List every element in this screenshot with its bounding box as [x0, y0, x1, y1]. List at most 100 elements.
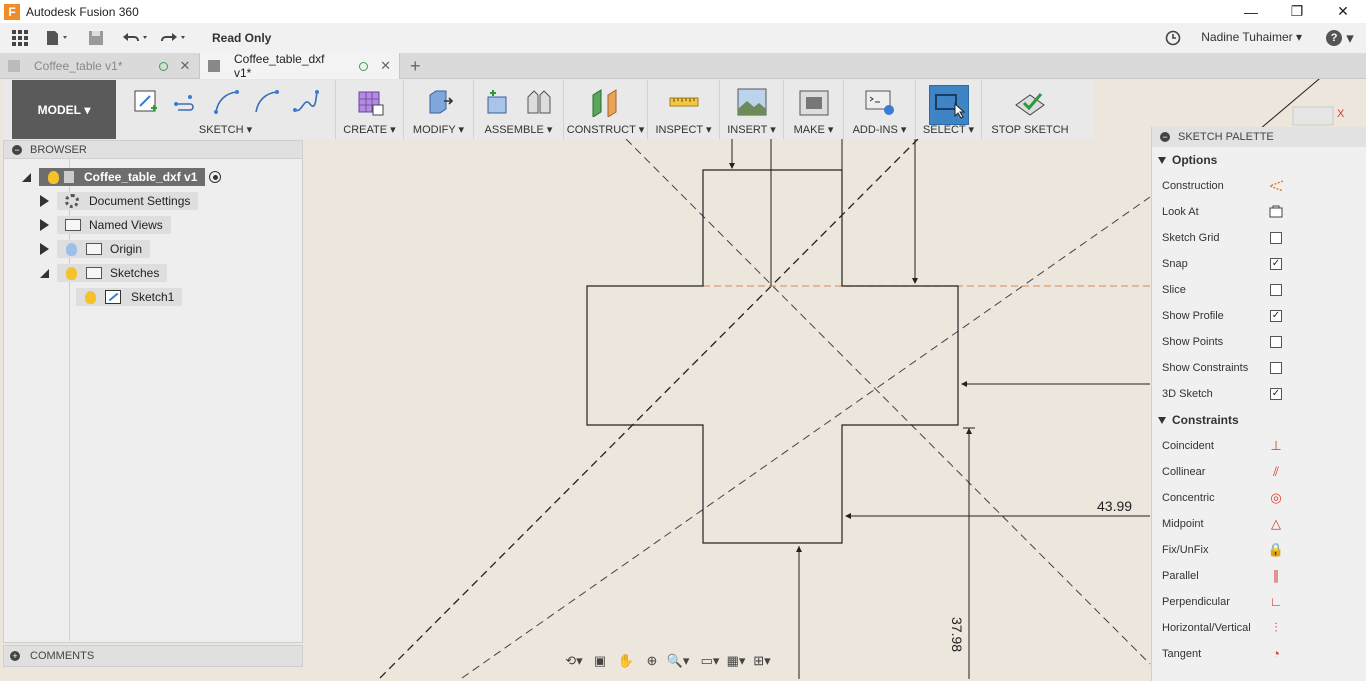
coincident-constraint-icon[interactable]: ⊥ — [1268, 438, 1284, 454]
browser-root-node[interactable]: Coffee_table_dxf v1 — [22, 167, 222, 187]
constraint-midpoint[interactable]: Midpoint △ — [1152, 511, 1366, 537]
checkbox-checked[interactable]: ✓ — [1270, 310, 1282, 322]
browser-item-document-settings[interactable]: Document Settings — [40, 191, 199, 211]
look-at-icon[interactable] — [1268, 204, 1284, 220]
tab-coffee-table[interactable]: Coffee_table v1* ✕ — [0, 53, 200, 79]
options-section-header[interactable]: Options — [1152, 147, 1366, 173]
stop-sketch-icon[interactable] — [1013, 85, 1047, 119]
expand-triangle-icon[interactable] — [40, 219, 49, 231]
dimension-value-vertical[interactable]: 37.98 — [949, 617, 965, 652]
create-group[interactable]: CREATE ▾ — [336, 80, 404, 139]
data-panel-grid-icon[interactable] — [0, 23, 40, 53]
option-show-constraints[interactable]: Show Constraints — [1152, 355, 1366, 381]
modify-press-pull-icon[interactable] — [422, 85, 456, 119]
horizontal-vertical-constraint-icon[interactable]: ⫶ — [1268, 620, 1284, 636]
new-tab-button[interactable]: + — [400, 53, 431, 79]
job-status-clock-icon[interactable] — [1163, 23, 1183, 53]
palette-header[interactable]: − SKETCH PALETTE — [1152, 127, 1366, 147]
expand-triangle-icon[interactable] — [22, 172, 31, 182]
collinear-constraint-icon[interactable]: ⫽ — [1268, 464, 1284, 480]
tab-coffee-table-dxf[interactable]: Coffee_table_dxf v1* ✕ — [200, 52, 400, 80]
constraint-tangent[interactable]: Tangent ◔ — [1152, 641, 1366, 667]
grid-settings-icon[interactable]: ▦▾ — [723, 651, 749, 671]
option-snap[interactable]: Snap ✓ — [1152, 251, 1366, 277]
browser-item-sketches[interactable]: Sketches — [40, 263, 168, 283]
visibility-bulb-icon[interactable] — [85, 290, 96, 304]
scripts-add-ins-icon[interactable] — [863, 85, 897, 119]
look-at-icon[interactable]: ▣ — [587, 651, 613, 671]
option-3d-sketch[interactable]: 3D Sketch ✓ — [1152, 381, 1366, 407]
option-show-profile[interactable]: Show Profile ✓ — [1152, 303, 1366, 329]
create-sketch-icon[interactable] — [129, 85, 163, 119]
three-point-arc-icon[interactable] — [249, 85, 283, 119]
constraint-concentric[interactable]: Concentric ◎ — [1152, 485, 1366, 511]
help-icon[interactable]: ? ▾ — [1324, 23, 1356, 53]
option-look-at[interactable]: Look At — [1152, 199, 1366, 225]
option-show-points[interactable]: Show Points — [1152, 329, 1366, 355]
line-icon[interactable] — [169, 85, 203, 119]
offset-plane-icon[interactable] — [589, 85, 623, 119]
constraint-coincident[interactable]: Coincident ⊥ — [1152, 433, 1366, 459]
select-icon[interactable] — [928, 85, 969, 125]
modify-group[interactable]: MODIFY ▾ — [404, 80, 474, 139]
browser-item-sketch1[interactable]: Sketch1 — [76, 287, 183, 307]
measure-icon[interactable] — [667, 85, 701, 119]
close-tab-icon[interactable]: ✕ — [180, 58, 191, 74]
sketch-group[interactable]: SKETCH ▾ — [116, 80, 336, 139]
checkbox-unchecked[interactable] — [1270, 284, 1282, 296]
expand-triangle-icon[interactable] — [40, 268, 49, 278]
visibility-bulb-icon[interactable] — [66, 242, 77, 256]
collapse-minus-icon[interactable]: − — [1160, 132, 1170, 142]
visibility-bulb-icon[interactable] — [48, 170, 59, 184]
expand-plus-icon[interactable]: + — [10, 651, 20, 661]
stop-sketch-group[interactable]: STOP SKETCH — [982, 80, 1078, 139]
construction-icon[interactable] — [1268, 178, 1284, 194]
joint-icon[interactable] — [522, 85, 556, 119]
save-icon[interactable] — [76, 23, 116, 53]
minimize-button[interactable]: — — [1228, 0, 1274, 23]
midpoint-constraint-icon[interactable]: △ — [1268, 516, 1284, 532]
constraint-parallel[interactable]: Parallel ∥ — [1152, 563, 1366, 589]
checkbox-checked[interactable]: ✓ — [1270, 258, 1282, 270]
browser-item-named-views[interactable]: Named Views — [40, 215, 171, 235]
concentric-constraint-icon[interactable]: ◎ — [1268, 490, 1284, 506]
expand-triangle-icon[interactable] — [40, 243, 49, 255]
option-sketch-grid[interactable]: Sketch Grid — [1152, 225, 1366, 251]
option-construction[interactable]: Construction — [1152, 173, 1366, 199]
redo-icon[interactable] — [154, 23, 192, 53]
file-menu-icon[interactable] — [40, 23, 76, 53]
view-cube-icon[interactable] — [1292, 106, 1334, 126]
make-group[interactable]: MAKE ▾ — [784, 80, 844, 139]
inspect-group[interactable]: INSPECT ▾ — [648, 80, 720, 139]
checkbox-unchecked[interactable] — [1270, 232, 1282, 244]
insert-image-icon[interactable] — [735, 85, 769, 119]
construction-line[interactable] — [461, 196, 1151, 679]
assemble-group[interactable]: ASSEMBLE ▾ — [474, 80, 564, 139]
fix-unfix-constraint-icon[interactable]: 🔒 — [1268, 542, 1284, 558]
undo-icon[interactable] — [116, 23, 154, 53]
option-slice[interactable]: Slice — [1152, 277, 1366, 303]
constraints-section-header[interactable]: Constraints — [1152, 407, 1366, 433]
construction-line[interactable] — [625, 138, 1151, 665]
add-ins-group[interactable]: ADD-INS ▾ — [844, 80, 916, 139]
viewports-icon[interactable]: ⊞▾ — [749, 651, 775, 671]
user-account-menu[interactable]: Nadine Tuhaimer ▾ — [1201, 30, 1302, 44]
activate-radio-icon[interactable] — [209, 171, 222, 183]
construct-group[interactable]: CONSTRUCT ▾ — [564, 80, 648, 139]
create-form-icon[interactable] — [353, 85, 387, 119]
new-component-icon[interactable] — [482, 85, 516, 119]
browser-header[interactable]: − BROWSER — [4, 141, 302, 159]
pan-hand-icon[interactable]: ✋ — [613, 651, 639, 671]
select-group[interactable]: SELECT ▾ — [916, 80, 982, 139]
perpendicular-constraint-icon[interactable]: ∟ — [1268, 594, 1284, 610]
construction-line[interactable] — [379, 138, 919, 679]
close-tab-icon[interactable]: ✕ — [380, 58, 391, 74]
arc-icon[interactable] — [209, 85, 243, 119]
browser-item-origin[interactable]: Origin — [40, 239, 151, 259]
checkbox-unchecked[interactable] — [1270, 362, 1282, 374]
fit-zoom-icon[interactable]: 🔍▾ — [665, 651, 691, 671]
constraint-horizontal-vertical[interactable]: Horizontal/Vertical ⫶ — [1152, 615, 1366, 641]
spline-icon[interactable] — [289, 85, 323, 119]
workspace-switcher[interactable]: MODEL ▾ — [12, 80, 116, 139]
visibility-bulb-icon[interactable] — [66, 266, 77, 280]
